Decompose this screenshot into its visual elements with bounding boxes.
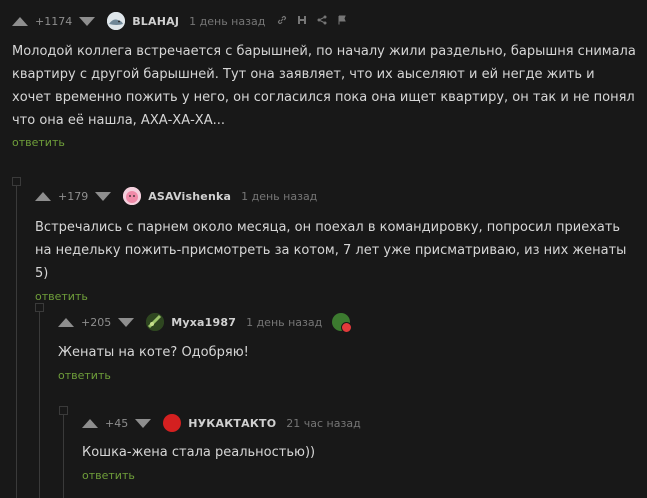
- reply-link[interactable]: ответить: [12, 136, 637, 149]
- username[interactable]: НУКАКТАКТО: [188, 417, 276, 430]
- reply-link[interactable]: ответить: [58, 369, 637, 382]
- upvote-icon[interactable]: [12, 16, 28, 26]
- heart-icon: [341, 322, 353, 333]
- flag-icon[interactable]: [337, 15, 347, 28]
- thread-line: [16, 186, 17, 498]
- reply-link[interactable]: ответить: [35, 290, 637, 303]
- downvote-icon[interactable]: [79, 16, 96, 26]
- comment-2: +179 ASAVishenka 1 день назад Встречалис…: [35, 184, 637, 303]
- comment-date[interactable]: 1 день назад: [246, 316, 322, 329]
- upvote-icon[interactable]: [82, 418, 98, 428]
- save-icon[interactable]: [297, 15, 307, 28]
- username[interactable]: BLAHAJ: [132, 15, 179, 28]
- rating: +205: [81, 315, 112, 329]
- link-icon[interactable]: [277, 15, 287, 28]
- thread-collapse-toggle[interactable]: [12, 177, 21, 186]
- avatar[interactable]: [146, 313, 165, 331]
- rating: +45: [105, 416, 129, 430]
- comment-header: +1174 BLAHAJ 1 день назад: [12, 9, 637, 33]
- avatar[interactable]: [163, 414, 182, 432]
- comment-date[interactable]: 21 час назад: [286, 417, 360, 430]
- upvote-icon[interactable]: [58, 317, 74, 327]
- rating: +179: [58, 189, 89, 203]
- share-icon[interactable]: [317, 15, 327, 28]
- comment-actions: [277, 15, 357, 28]
- downvote-icon[interactable]: [135, 418, 152, 428]
- username[interactable]: Муха1987: [171, 316, 236, 329]
- thread-line: [63, 415, 64, 498]
- comment-3: +205 Муха1987 1 день назад Женаты на кот…: [58, 310, 637, 382]
- thread-line: [39, 312, 40, 498]
- avatar[interactable]: [107, 12, 126, 30]
- downvote-icon[interactable]: [95, 191, 112, 201]
- comment-1: +1174 BLAHAJ 1 день назад Молодой коллег…: [12, 9, 637, 149]
- comment-date[interactable]: 1 день назад: [189, 15, 265, 28]
- comment-header: +179 ASAVishenka 1 день назад: [35, 184, 637, 208]
- award-badge-icon[interactable]: [332, 313, 353, 333]
- comment-text: Женаты на коте? Одобряю!: [58, 345, 249, 360]
- comment-text: Встречались с парнем около месяца, он по…: [35, 220, 627, 281]
- upvote-icon[interactable]: [35, 191, 51, 201]
- rating: +1174: [35, 14, 73, 28]
- comment-4: +45 НУКАКТАКТО 21 час назад Кошка-жена с…: [82, 411, 637, 482]
- downvote-icon[interactable]: [118, 317, 135, 327]
- comment-text: Молодой коллега встречается с барышней, …: [12, 44, 636, 128]
- reply-link[interactable]: ответить: [82, 469, 637, 482]
- comment-text: Кошка-жена стала реальностью)): [82, 445, 316, 460]
- comment-date[interactable]: 1 день назад: [241, 190, 317, 203]
- username[interactable]: ASAVishenka: [148, 190, 231, 203]
- thread-collapse-toggle[interactable]: [59, 406, 68, 415]
- comment-header: +45 НУКАКТАКТО 21 час назад: [82, 411, 637, 435]
- thread-collapse-toggle[interactable]: [35, 303, 44, 312]
- avatar[interactable]: [123, 187, 142, 205]
- comment-header: +205 Муха1987 1 день назад: [58, 310, 637, 334]
